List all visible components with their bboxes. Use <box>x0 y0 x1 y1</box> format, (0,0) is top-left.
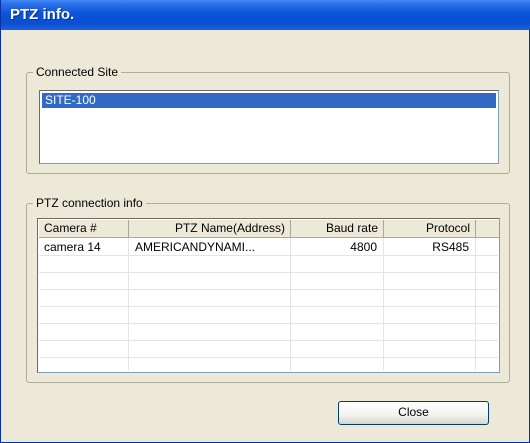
grid-vline <box>128 238 129 371</box>
ptz-info-dialog: PTZ info. Connected Site SITE-100 PTZ co… <box>0 0 530 443</box>
connected-site-list[interactable]: SITE-100 <box>39 90 499 164</box>
grid-hline <box>39 323 498 324</box>
connected-site-label: Connected Site <box>33 65 122 79</box>
table-row-baud-rate[interactable]: 4800 <box>294 239 377 255</box>
grid-vline <box>290 238 291 371</box>
table-row-protocol[interactable]: RS485 <box>387 239 469 255</box>
ptz-table[interactable]: Camera # PTZ Name(Address) Baud rate Pro… <box>37 218 500 373</box>
table-row-ptz-name[interactable]: AMERICANDYNAMI... <box>135 239 287 255</box>
grid-hline <box>39 255 498 256</box>
grid-hline <box>39 306 498 307</box>
column-header-camera[interactable]: Camera # <box>39 220 129 238</box>
list-item-site[interactable]: SITE-100 <box>42 93 496 108</box>
grid-hline <box>39 340 498 341</box>
grid-vline <box>475 238 476 371</box>
grid-hline <box>39 357 498 358</box>
grid-vline <box>383 238 384 371</box>
column-header-ptz-name[interactable]: PTZ Name(Address) <box>129 220 291 238</box>
grid-hline <box>39 272 498 273</box>
grid-hline <box>39 289 498 290</box>
connected-site-group: Connected Site SITE-100 <box>26 65 510 174</box>
title-bar[interactable]: PTZ info. <box>1 0 530 30</box>
column-header-protocol[interactable]: Protocol <box>384 220 476 238</box>
column-header-baud-rate[interactable]: Baud rate <box>291 220 384 238</box>
close-button[interactable]: Close <box>338 401 489 425</box>
ptz-connection-group: PTZ connection info Camera # PTZ Name(Ad… <box>26 196 510 383</box>
window-title: PTZ info. <box>10 6 75 23</box>
column-header-filler <box>476 220 499 238</box>
ptz-connection-label: PTZ connection info <box>33 196 146 210</box>
table-row-camera[interactable]: camera 14 <box>44 239 126 255</box>
